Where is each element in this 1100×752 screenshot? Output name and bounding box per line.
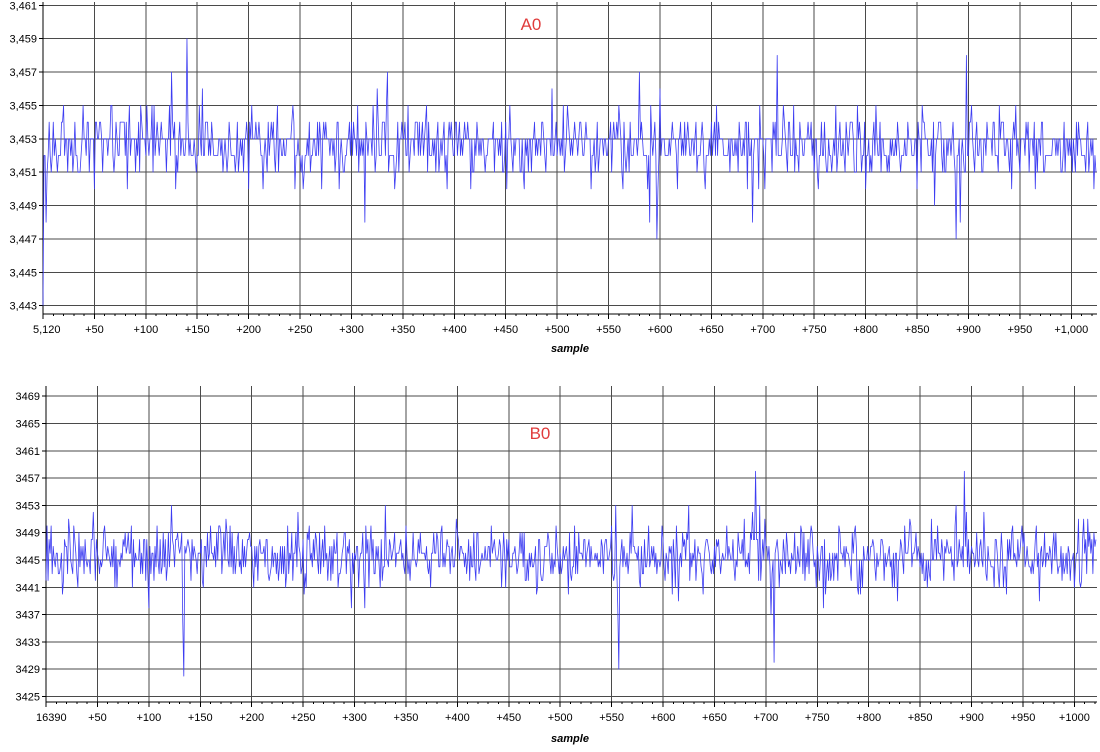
b0-x-tick-label: +850 [908, 712, 933, 724]
a0-y-tick-label: 3,443 [9, 301, 37, 313]
b0-y-tick-label: 3433 [16, 637, 40, 649]
b0-plot-area [46, 386, 1097, 702]
b0-y-tick-label: 3445 [16, 555, 40, 567]
a0-x-tick-label: +550 [596, 324, 621, 336]
b0-x-tick-label: +350 [394, 712, 419, 724]
a0-x-tick-label: +800 [853, 324, 878, 336]
chart-panel-a0: 3,443 3,445 3,447 3,449 3,451 3,453 3,455 3,457… [0, 0, 1100, 355]
b0-x-tick-label: +800 [856, 712, 881, 724]
b0-y-tick-label: 3441 [16, 582, 40, 594]
a0-x-tick-label: +350 [391, 324, 416, 336]
b0-y-tick-label: 3453 [16, 500, 40, 512]
b0-x-tick-label: +250 [291, 712, 316, 724]
panel-separator [0, 355, 1100, 381]
a0-x-tick-label: +900 [956, 324, 981, 336]
a0-chart-title: A0 [521, 15, 542, 34]
b0-y-tick-label: 3457 [16, 473, 40, 485]
a0-x-tick-label: +750 [802, 324, 827, 336]
a0-plot-area [43, 2, 1097, 314]
a0-x-tick-label: +300 [339, 324, 364, 336]
b0-x-tick-label: +750 [805, 712, 830, 724]
a0-x-tick-label: +650 [699, 324, 724, 336]
a0-y-tick-label: 3,457 [9, 67, 37, 79]
a0-x-tick-label: +700 [750, 324, 775, 336]
b0-x-tick-label: +1000 [1059, 712, 1090, 724]
a0-x-tick-label: +450 [493, 324, 518, 336]
a0-y-tick-label: 3,451 [9, 167, 37, 179]
a0-x-tick-label: +50 [85, 324, 104, 336]
b0-y-tick-label: 3469 [16, 391, 40, 403]
b0-x-tick-label: +950 [1011, 712, 1036, 724]
b0-y-tick-label: 3449 [16, 528, 40, 540]
b0-x-tick-label: +100 [136, 712, 161, 724]
a0-x-tick-label: +600 [648, 324, 673, 336]
b0-x-tick-label: +500 [548, 712, 573, 724]
a0-x-tick-label: +950 [1007, 324, 1032, 336]
a0-y-tick-label: 3,453 [9, 134, 37, 146]
chart-b0: 3425 3429 3433 3437 3441 3445 3449 3453 3457 3461… [16, 386, 1097, 745]
b0-y-tick-label: 3461 [16, 446, 40, 458]
a0-y-tick-label: 3,445 [9, 267, 37, 279]
b0-x-tick-label: +650 [702, 712, 727, 724]
a0-y-tick-label: 3,461 [9, 0, 37, 12]
a0-x-tick-label: 5,120 [33, 324, 61, 336]
b0-y-tick-label: 3429 [16, 664, 40, 676]
a0-x-tick-label: +100 [133, 324, 158, 336]
b0-y-tick-label: 3425 [16, 692, 40, 704]
a0-x-axis-label: sample [551, 343, 589, 355]
a0-x-tick-label: +150 [185, 324, 210, 336]
b0-x-tick-label: +50 [88, 712, 107, 724]
a0-y-tick-label: 3,447 [9, 234, 37, 246]
a0-y-tick-label: 3,449 [9, 201, 37, 213]
a0-x-tick-label: +500 [545, 324, 570, 336]
a0-y-tick-label: 3,455 [9, 100, 37, 112]
b0-chart-title: B0 [530, 424, 551, 443]
a0-x-tick-label: +200 [236, 324, 261, 336]
a0-x-tick-label: +250 [288, 324, 313, 336]
a0-y-tick-label: 3,459 [9, 34, 37, 46]
b0-x-tick-label: +150 [188, 712, 213, 724]
chart-a0: 3,443 3,445 3,447 3,449 3,451 3,453 3,455 3,457… [9, 0, 1097, 355]
a0-x-tick-label: +850 [905, 324, 930, 336]
b0-x-tick-label: +300 [342, 712, 367, 724]
chart-panel-b0: 3425 3429 3433 3437 3441 3445 3449 3453 3457 3461… [0, 381, 1100, 747]
b0-x-tick-label: +600 [651, 712, 676, 724]
chart-window: 3,443 3,445 3,447 3,449 3,451 3,453 3,455 3,457… [0, 0, 1100, 747]
b0-x-tick-label: +900 [959, 712, 984, 724]
b0-x-tick-label: +400 [445, 712, 470, 724]
b0-x-axis-label: sample [551, 733, 589, 745]
b0-y-tick-label: 3465 [16, 419, 40, 431]
a0-x-tick-label: +1,000 [1054, 324, 1088, 336]
b0-x-tick-label: +200 [239, 712, 264, 724]
b0-x-tick-label: +450 [496, 712, 521, 724]
b0-x-tick-label: +700 [753, 712, 778, 724]
a0-x-tick-label: +400 [442, 324, 467, 336]
b0-x-tick-label: +550 [599, 712, 624, 724]
b0-x-tick-label: 16390 [36, 712, 67, 724]
b0-y-tick-label: 3437 [16, 610, 40, 622]
